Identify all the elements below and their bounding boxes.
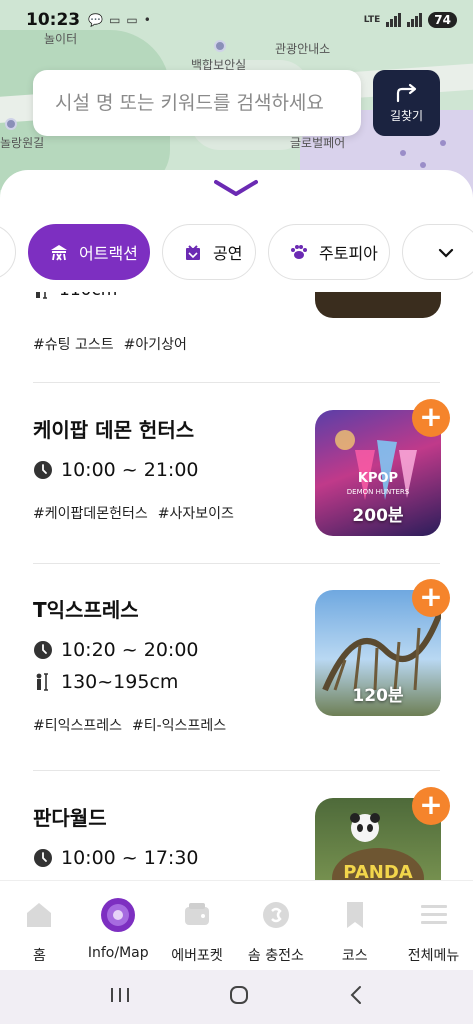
tag[interactable]: #사자보이즈 [158, 503, 234, 523]
search-box[interactable] [33, 70, 361, 136]
category-label: 어트랙션 [79, 244, 138, 263]
height-icon [36, 673, 48, 691]
network-type: LTE [363, 15, 381, 25]
home-icon [19, 895, 59, 935]
wallet-icon [177, 895, 217, 935]
hours-text: 10:00 ~ 21:00 [61, 459, 199, 481]
signal-icon [386, 13, 402, 27]
tag-list: #티익스프레스 #티-익스프레스 [33, 715, 440, 735]
category-chip-performance[interactable]: 공연 [162, 224, 256, 280]
category-chip-zootopia[interactable]: 주토피아 [268, 224, 390, 280]
map-label: 관광안내소 [275, 42, 331, 56]
map-pin-icon[interactable] [5, 118, 17, 130]
nav-item-everpocket[interactable]: 에버포켓 [158, 881, 237, 970]
map-pin-icon[interactable] [214, 40, 226, 52]
performance-icon [183, 241, 203, 263]
collapse-chevron-icon[interactable] [214, 178, 258, 200]
hours-text: 10:00 ~ 17:30 [61, 847, 199, 869]
route-button[interactable]: 길찾기 [373, 70, 440, 136]
status-time: 10:23 [26, 10, 81, 30]
nav-item-menu[interactable]: 전체메뉴 [394, 881, 473, 970]
tag[interactable]: #케이팝데몬헌터스 [33, 503, 148, 523]
chevron-down-icon [438, 248, 454, 258]
nav-item-cotton-charge[interactable]: 솜 충전소 [236, 881, 315, 970]
hours-text: 10:20 ~ 20:00 [61, 639, 199, 661]
nav-label: Info/Map [87, 945, 149, 961]
turn-arrow-icon [396, 83, 416, 102]
map-label: 놀랑원길 [0, 136, 45, 150]
add-button[interactable]: + [412, 399, 450, 437]
more-notifications-icon: • [143, 13, 151, 27]
nav-label: 홈 [32, 948, 46, 964]
back-icon[interactable] [347, 984, 365, 1010]
nav-label: 코스 [341, 948, 368, 964]
wait-time-badge: 120분 [352, 686, 404, 706]
svg-text:KPOP: KPOP [358, 471, 398, 486]
category-label: 주토피아 [319, 244, 378, 263]
signal-icon [407, 13, 423, 27]
clock-icon [34, 849, 52, 867]
nav-label: 에버포켓 [171, 948, 223, 964]
map-dot [400, 150, 406, 156]
cotton-icon [256, 895, 296, 935]
map-label: 글로벌페어 [290, 136, 346, 150]
bottom-navigation: 홈 Info/Map 에버포켓 솜 충전소 코스 전체메뉴 [0, 880, 473, 970]
height-text: 130~195cm [61, 671, 179, 693]
bottom-sheet: 어트랙션 공연 주토피아 110cm [0, 170, 473, 880]
recent-apps-icon[interactable] [109, 986, 131, 1008]
notification-icon: ▭ [109, 13, 121, 27]
map-dot [440, 140, 446, 146]
wait-time-badge: 200분 [352, 506, 404, 526]
paw-icon [289, 241, 309, 263]
svg-text:DEMON HUNTERS: DEMON HUNTERS [347, 488, 410, 496]
chat-bubble-icon: 💬 [88, 13, 104, 27]
battery-indicator: 74 [428, 12, 457, 28]
bookmark-icon [335, 895, 375, 935]
clock-icon [34, 461, 52, 479]
tag-list: #슈팅 고스트 #아기상어 [33, 334, 187, 354]
category-chip-partial[interactable] [0, 224, 16, 280]
height-text: 110cm [59, 292, 117, 300]
category-chip-attraction[interactable]: 어트랙션 [28, 224, 150, 280]
nav-item-course[interactable]: 코스 [315, 881, 394, 970]
notification-icons: 💬 ▭ ▭ • [88, 13, 151, 27]
add-button[interactable]: + [412, 579, 450, 617]
nav-label: 솜 충전소 [247, 948, 304, 964]
tag[interactable]: #티익스프레스 [33, 715, 122, 735]
attraction-icon [49, 241, 69, 263]
category-tabs: 어트랙션 공연 주토피아 [0, 224, 473, 284]
nav-item-info-map[interactable]: Info/Map [79, 881, 158, 970]
clock-icon [34, 641, 52, 659]
route-button-label: 길찾기 [389, 108, 424, 123]
home-circle-icon[interactable] [228, 984, 250, 1010]
divider [33, 563, 440, 564]
height-icon [36, 292, 47, 299]
status-bar: 10:23 💬 ▭ ▭ • LTE 74 [0, 0, 473, 40]
category-label: 공연 [213, 244, 243, 263]
map-dot [420, 162, 426, 168]
nav-label: 전체메뉴 [407, 948, 460, 964]
tag[interactable]: #아기상어 [124, 334, 187, 354]
divider [33, 770, 440, 771]
svg-text:PANDA: PANDA [343, 862, 412, 880]
add-button[interactable]: + [412, 787, 450, 825]
nav-item-home[interactable]: 홈 [0, 881, 79, 970]
divider [33, 382, 440, 383]
menu-icon [414, 895, 454, 935]
tag[interactable]: #티-익스프레스 [132, 715, 226, 735]
notification-icon: ▭ [126, 13, 138, 27]
tag[interactable]: #슈팅 고스트 [33, 334, 114, 354]
info-map-icon [98, 895, 138, 935]
attraction-thumbnail[interactable] [315, 292, 441, 318]
facility-list: 110cm #슈팅 고스트 #아기상어 케이팝 데몬 헌터스 10:00 ~ 2… [0, 292, 473, 880]
search-input[interactable] [55, 92, 361, 114]
system-navigation-bar [0, 970, 473, 1024]
expand-categories-button[interactable] [424, 238, 468, 268]
